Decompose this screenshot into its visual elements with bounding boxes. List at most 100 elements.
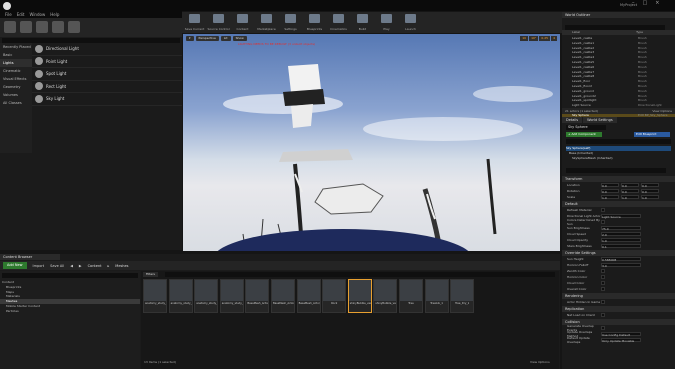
camera-speed[interactable]: 4 (551, 36, 557, 41)
back-icon[interactable]: ◀ (70, 264, 73, 268)
level-viewport[interactable]: ▾ Perspective Lit Show LIGHTING NEEDS TO… (183, 34, 560, 251)
viewport-options-button[interactable]: ▾ (186, 36, 194, 41)
property-value[interactable]: Only Update Movable (601, 338, 641, 343)
category-geometry[interactable]: Geometry (0, 83, 32, 91)
property-value[interactable] (601, 281, 605, 285)
breadcrumb-meshes[interactable]: Meshes (115, 264, 128, 268)
property-value[interactable] (601, 287, 605, 291)
property-value[interactable] (601, 313, 605, 317)
folder-search-input[interactable] (2, 273, 138, 278)
forward-icon[interactable]: ▶ (79, 264, 82, 268)
close-icon[interactable]: × (655, 0, 659, 6)
tab-world-settings[interactable]: World Settings (583, 117, 617, 123)
grid-snap[interactable]: 10 (520, 36, 529, 41)
actor-name-field[interactable]: Sky Sphere (566, 125, 606, 130)
cinematics-button[interactable]: Cinematics (328, 14, 349, 31)
transform-value[interactable]: 1.0 (601, 195, 619, 200)
landscape-mode-icon[interactable] (36, 21, 48, 33)
property-search-input[interactable] (566, 168, 666, 173)
tab-details[interactable]: Details (562, 117, 583, 123)
property-value[interactable] (601, 275, 605, 279)
asset-tile[interactable]: anatomy_study_body_07_body (143, 279, 167, 313)
transform-value[interactable]: 0.0 (601, 183, 619, 188)
save-button[interactable]: Save Current (184, 14, 205, 31)
asset-tile[interactable]: Tree (399, 279, 423, 313)
geometry-mode-icon[interactable] (68, 21, 80, 33)
breadcrumb-content[interactable]: Content (88, 264, 102, 268)
menu-edit[interactable]: Edit (17, 12, 25, 17)
col-label[interactable]: Label (572, 30, 580, 35)
show-button[interactable]: Show (232, 36, 247, 41)
category-lights[interactable]: Lights (0, 59, 32, 67)
play-button[interactable]: Play (376, 14, 397, 31)
rotation-snap[interactable]: 10° (529, 36, 539, 41)
content-button[interactable]: Content (232, 14, 253, 31)
property-value[interactable]: Use Config Default (601, 332, 641, 337)
place-item[interactable]: Directional Light (32, 43, 182, 56)
marketplace-button[interactable]: Marketplace (256, 14, 277, 31)
menu-file[interactable]: File (5, 12, 12, 17)
menu-help[interactable]: Help (50, 12, 59, 17)
property-value[interactable]: 3.0 (601, 263, 641, 268)
category-all-classes[interactable]: All Classes (0, 99, 32, 107)
import-button[interactable]: Import (33, 264, 45, 268)
perspective-button[interactable]: Perspective (195, 36, 219, 41)
component-search-input[interactable] (566, 139, 671, 144)
property-value[interactable]: 0.588008 (601, 257, 641, 262)
transform-value[interactable]: 0.0 (621, 189, 639, 194)
transform-value[interactable]: 1.0 (641, 195, 659, 200)
category-visual-effects[interactable]: Visual Effects (0, 75, 32, 83)
scale-snap[interactable]: 0.25 (539, 36, 551, 41)
place-item[interactable]: Point Light (32, 56, 182, 68)
content-view-options[interactable]: View Options (530, 360, 550, 364)
paint-mode-icon[interactable] (20, 21, 32, 33)
property-value[interactable] (601, 326, 605, 330)
content-browser-tab[interactable]: Content Browser (0, 254, 60, 260)
transform-value[interactable]: 0.0 (601, 189, 619, 194)
category-volumes[interactable]: Volumes (0, 91, 32, 99)
asset-tile[interactable]: Tree_Dry_1 (450, 279, 475, 313)
property-value[interactable]: 1.0 (601, 238, 641, 243)
add-component-button[interactable]: + Add Component (566, 132, 602, 137)
foliage-mode-icon[interactable] (52, 21, 64, 33)
minimize-icon[interactable]: – (632, 0, 635, 6)
category-recently-placed[interactable]: Recently Placed (0, 43, 32, 51)
lit-button[interactable]: Lit (220, 36, 231, 41)
place-item[interactable]: Sky Light (32, 93, 182, 106)
property-value[interactable] (601, 220, 605, 224)
asset-tile[interactable]: anatomy_study_body_07_tops (219, 279, 244, 313)
property-value[interactable] (601, 300, 605, 304)
property-value[interactable]: 75.0 (601, 226, 641, 231)
asset-tile[interactable]: shinyBubble_vase_1_lowmat (373, 279, 398, 313)
component-item[interactable]: SkySphereMesh (Inherited) (566, 156, 671, 161)
folder-item[interactable]: Particles (0, 309, 140, 314)
asset-tile[interactable]: shinyBubble_vase_1_low_1 (347, 279, 372, 313)
col-type[interactable]: Type (636, 30, 643, 35)
transform-value[interactable]: 0.0 (641, 183, 659, 188)
menu-window[interactable]: Window (29, 12, 45, 17)
place-mode-icon[interactable] (4, 21, 16, 33)
property-value[interactable] (601, 208, 605, 212)
asset-tile[interactable]: TreeGlx_1 (424, 279, 449, 313)
add-new-button[interactable]: Add New (3, 262, 27, 269)
filters-button[interactable]: Filters (143, 272, 158, 277)
build-button[interactable]: Build (352, 14, 373, 31)
outliner-tab[interactable]: World Outliner (562, 12, 675, 18)
asset-tile[interactable]: Rock (322, 279, 347, 313)
asset-tile[interactable]: BasaMesh_Actor_PhysicsAsset (271, 279, 295, 313)
transform-value[interactable]: 0.0 (621, 183, 639, 188)
outliner-view-options[interactable]: View Options (652, 108, 675, 114)
property-value[interactable]: 2.0 (601, 232, 641, 237)
settings-button[interactable]: Settings (280, 14, 301, 31)
asset-tile[interactable]: BasaMesh_Actor_Skeleton (296, 279, 321, 313)
launch-button[interactable]: Launch (400, 14, 421, 31)
place-item[interactable]: Rect Light (32, 81, 182, 93)
asset-tile[interactable]: anatomy_study_body_07_bottoms2 (194, 279, 219, 313)
category-cinematic[interactable]: Cinematic (0, 67, 32, 75)
transform-value[interactable]: 0.0 (641, 189, 659, 194)
asset-search-input[interactable] (165, 272, 555, 277)
asset-tile[interactable]: anatomy_study_body_07_bottoms (168, 279, 193, 313)
save-all-button[interactable]: Save All (50, 264, 64, 268)
property-value[interactable] (601, 269, 605, 273)
asset-tile[interactable]: BasaMesh_Actor (245, 279, 270, 313)
